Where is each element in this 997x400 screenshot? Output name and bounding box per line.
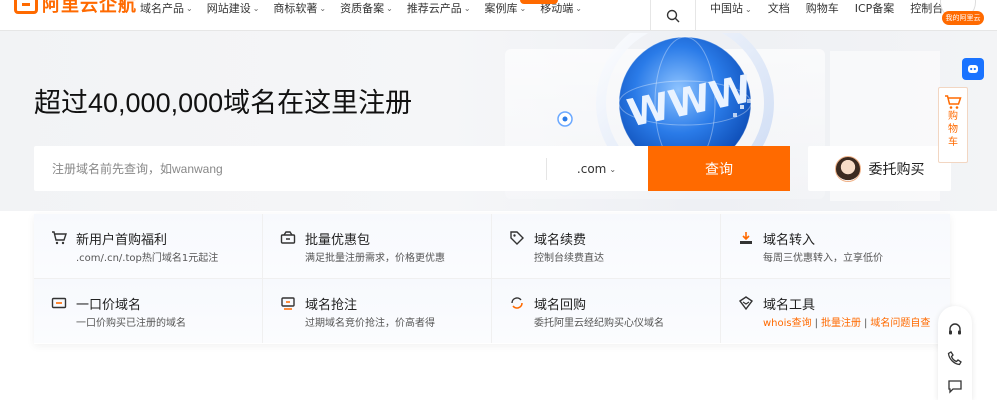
- nav-cart[interactable]: 购物车: [806, 0, 839, 16]
- assistant-bot-button[interactable]: [962, 58, 984, 80]
- phone-button[interactable]: [947, 344, 963, 372]
- service-transfer-in[interactable]: 域名转入 每周三优惠转入，立享低价: [721, 214, 950, 278]
- broker-purchase-button[interactable]: 委托购买: [808, 146, 951, 191]
- brand-logo[interactable]: 阿里云企航: [14, 0, 137, 16]
- service-desc: 每周三优惠转入，立享低价: [763, 253, 883, 264]
- tld-select[interactable]: .com ⌄: [546, 158, 646, 180]
- new-badge: [520, 0, 558, 4]
- help-sidebar: [938, 306, 972, 400]
- support-button[interactable]: [947, 316, 963, 344]
- nav-item-qualification[interactable]: 资质备案 ⌄: [340, 0, 393, 16]
- package-icon: [280, 230, 296, 246]
- service-desc: 控制台续费直达: [534, 253, 604, 264]
- floating-cart-label: 购物车: [948, 111, 958, 148]
- nav-console[interactable]: 控制台: [910, 0, 943, 16]
- tool-icon: [738, 295, 754, 311]
- service-name: 域名工具: [763, 298, 816, 313]
- service-desc: 满足批量注册需求，价格更优惠: [305, 253, 445, 264]
- nav-item-trademark[interactable]: 商标软著 ⌄: [273, 0, 326, 16]
- service-desc: 一口价购买已注册的域名: [76, 318, 186, 329]
- service-desc: 委托阿里云经纪购买心仪域名: [534, 318, 664, 329]
- service-name: 域名续费: [534, 233, 587, 248]
- phone-icon: [947, 351, 962, 366]
- service-backorder[interactable]: 域名抢注 过期域名竞价抢注，价高者得: [263, 279, 492, 343]
- region-selector[interactable]: 中国站 ⌄: [710, 0, 752, 16]
- self-check-link[interactable]: 域名问题自查: [870, 318, 930, 329]
- chevron-down-icon: ⌄: [609, 164, 617, 174]
- bot-icon: [968, 65, 978, 73]
- tld-value: .com: [576, 162, 607, 176]
- chevron-down-icon: ⌄: [386, 3, 393, 13]
- services-row: 新用户首购福利 .com/.cn/.top热门域名1元起注 批量优惠包 满足批量…: [34, 214, 950, 278]
- auction-icon: [280, 295, 296, 311]
- service-name: 一口价域名: [76, 298, 142, 313]
- whois-link[interactable]: whois查询: [763, 318, 812, 329]
- nav-icp[interactable]: ICP备案: [855, 0, 895, 16]
- buyback-icon: [509, 295, 525, 311]
- hero-title: 超过40,000,000域名在这里注册: [34, 88, 413, 118]
- chevron-down-icon: ⌄: [519, 3, 527, 13]
- service-new-user[interactable]: 新用户首购福利 .com/.cn/.top热门域名1元起注: [34, 214, 263, 278]
- service-renewal[interactable]: 域名续费 控制台续费直达: [492, 214, 721, 278]
- chat-icon: [948, 380, 962, 394]
- services-row: 一口价域名 一口价购买已注册的域名 域名抢注 过期域名竞价抢注，价高者得 域名回…: [34, 278, 950, 343]
- cart-icon: [945, 95, 962, 109]
- search-icon: [666, 9, 680, 22]
- chevron-down-icon: ⌄: [745, 5, 752, 14]
- headset-icon: [949, 323, 961, 335]
- cart-icon: [51, 230, 67, 246]
- floating-cart[interactable]: 购物车: [938, 87, 968, 163]
- chevron-down-icon: ⌄: [186, 3, 193, 13]
- search-button[interactable]: 查询: [648, 146, 790, 191]
- my-aliyun-tag[interactable]: 我的阿里云: [942, 11, 984, 25]
- logo-mark-icon: [14, 0, 38, 14]
- service-tools[interactable]: 域名工具 whois查询 | 批量注册 | 域名问题自查: [721, 279, 950, 343]
- broker-avatar: [834, 155, 861, 182]
- chevron-down-icon: ⌄: [252, 3, 260, 13]
- domain-search-box: .com ⌄ 查询: [34, 146, 790, 191]
- domain-search-input[interactable]: [34, 146, 544, 191]
- right-nav: 中国站 ⌄ 文档 购物车 ICP备案 控制台: [710, 0, 959, 16]
- service-bulk-package[interactable]: 批量优惠包 满足批量注册需求，价格更优惠: [263, 214, 492, 278]
- services-grid: 新用户首购福利 .com/.cn/.top热门域名1元起注 批量优惠包 满足批量…: [34, 214, 950, 344]
- broker-purchase-label: 委托购买: [868, 161, 925, 178]
- link-separator: |: [864, 318, 868, 329]
- tag-icon: [509, 230, 525, 246]
- service-name: 域名抢注: [305, 298, 358, 313]
- ticket-icon: [51, 295, 67, 311]
- service-tool-links: whois查询 | 批量注册 | 域名问题自查: [763, 314, 930, 329]
- nav-item-website-building[interactable]: 网站建设 ⌄: [207, 0, 260, 16]
- service-fixed-price[interactable]: 一口价域名 一口价购买已注册的域名: [34, 279, 263, 343]
- service-desc: 过期域名竞价抢注，价高者得: [305, 318, 435, 329]
- top-navbar: 阿里云企航 域名产品 ⌄ 网站建设 ⌄ 商标软著 ⌄ 资质备案 ⌄ 推荐云产品 ⌄ 案例库…: [0, 0, 997, 31]
- bulk-register-link[interactable]: 批量注册: [821, 318, 861, 329]
- chevron-down-icon: ⌄: [319, 3, 327, 13]
- nav-item-cloud-products[interactable]: 推荐云产品 ⌄: [407, 0, 471, 16]
- chat-button[interactable]: [947, 372, 963, 400]
- service-name: 新用户首购福利: [76, 233, 168, 248]
- chevron-down-icon: ⌄: [575, 3, 582, 13]
- link-separator: |: [814, 318, 818, 329]
- service-name: 域名回购: [534, 298, 587, 313]
- nav-item-domain-products[interactable]: 域名产品 ⌄: [140, 0, 193, 16]
- service-buyback[interactable]: 域名回购 委托阿里云经纪购买心仪域名: [492, 279, 721, 343]
- global-search-button[interactable]: [650, 0, 696, 31]
- nav-docs[interactable]: 文档: [768, 0, 790, 16]
- transfer-icon: [738, 230, 754, 246]
- service-name: 域名转入: [763, 233, 816, 248]
- brand-name: 阿里云企航: [42, 0, 137, 16]
- service-desc: .com/.cn/.top热门域名1元起注: [76, 253, 219, 264]
- service-name: 批量优惠包: [305, 233, 371, 248]
- chevron-down-icon: ⌄: [463, 3, 471, 13]
